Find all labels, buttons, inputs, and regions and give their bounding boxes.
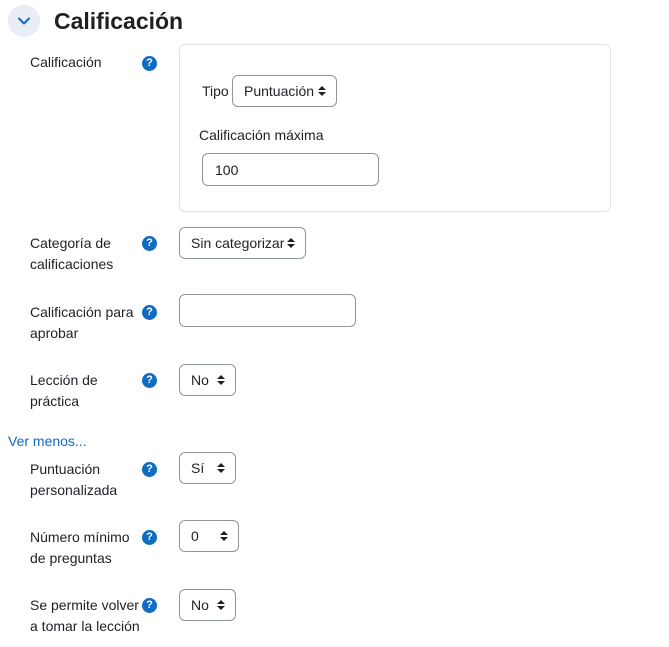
help-icon[interactable]: ? (142, 236, 157, 251)
show-less-link[interactable]: Ver menos... (8, 433, 87, 449)
help-icon[interactable]: ? (142, 305, 157, 320)
grade-label: Calificación (30, 54, 102, 70)
grade-type-select[interactable]: Puntuación (232, 75, 337, 107)
custom-scoring-select[interactable]: Sí (179, 452, 236, 484)
grade-type-label: Tipo (202, 83, 229, 99)
min-questions-label: Número mínimo de preguntas (30, 529, 130, 566)
section-title: Calificación (54, 8, 184, 34)
grade-type-value: Puntuación (244, 83, 315, 99)
retake-label: Se permite volver a tomar la lección (30, 597, 140, 634)
pass-grade-input[interactable] (179, 294, 356, 327)
category-label: Categoría de calificaciones (30, 235, 114, 272)
chevron-down-icon (18, 17, 30, 25)
help-icon[interactable]: ? (142, 462, 157, 477)
select-arrows-icon (286, 237, 296, 249)
help-icon[interactable]: ? (142, 530, 157, 545)
select-arrows-icon (216, 462, 226, 474)
select-arrows-icon (216, 599, 226, 611)
help-icon[interactable]: ? (142, 598, 157, 613)
help-icon[interactable]: ? (142, 56, 157, 71)
collapse-section-button[interactable] (8, 5, 40, 37)
grade-max-value: 100 (215, 161, 239, 178)
min-questions-select[interactable]: 0 (179, 520, 239, 552)
help-icon[interactable]: ? (142, 373, 157, 388)
pass-grade-label: Calificación para aprobar (30, 304, 134, 341)
practice-select[interactable]: No (179, 364, 236, 396)
custom-scoring-label: Puntuación personalizada (30, 461, 118, 498)
retake-select[interactable]: No (179, 589, 236, 621)
select-arrows-icon (317, 85, 327, 97)
min-questions-value: 0 (191, 528, 199, 544)
grade-max-input[interactable]: 100 (202, 153, 379, 186)
practice-label: Lección de práctica (30, 372, 98, 409)
custom-scoring-value: Sí (191, 460, 205, 476)
practice-value: No (191, 372, 209, 388)
grade-max-label: Calificación máxima (199, 127, 324, 143)
select-arrows-icon (219, 530, 229, 542)
select-arrows-icon (216, 374, 226, 386)
category-value: Sin categorizar (191, 235, 285, 251)
retake-value: No (191, 597, 209, 613)
category-select[interactable]: Sin categorizar (179, 227, 306, 259)
